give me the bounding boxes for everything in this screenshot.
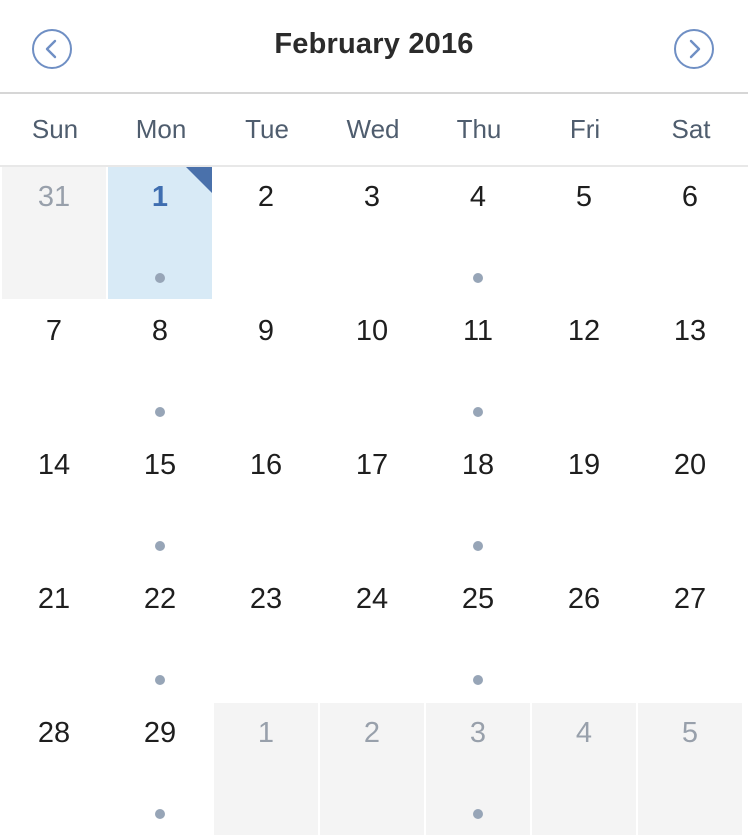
- day-cell[interactable]: 23: [214, 569, 318, 701]
- day-cell[interactable]: 28: [2, 703, 106, 835]
- day-number: 26: [567, 583, 601, 615]
- event-dot-icon: [473, 675, 483, 685]
- event-dot-icon: [473, 273, 483, 283]
- day-cell[interactable]: 27: [638, 569, 742, 701]
- day-number: 28: [37, 717, 71, 749]
- day-number: 4: [469, 181, 487, 213]
- chevron-right-icon: [689, 39, 701, 59]
- day-number: 4: [575, 717, 593, 749]
- day-number: 31: [37, 181, 71, 213]
- event-dot-icon: [473, 809, 483, 819]
- day-number: 8: [151, 315, 169, 347]
- day-cell[interactable]: 2: [320, 703, 424, 835]
- day-number: 9: [257, 315, 275, 347]
- day-cell[interactable]: 29: [108, 703, 212, 835]
- day-cell[interactable]: 14: [2, 435, 106, 567]
- day-number: 17: [355, 449, 389, 481]
- day-number: 15: [143, 449, 177, 481]
- day-number: 18: [461, 449, 495, 481]
- day-number: 19: [567, 449, 601, 481]
- calendar: February 2016 Sun Mon Tue Wed Thu Fri Sa…: [0, 0, 748, 835]
- day-number: 2: [257, 181, 275, 213]
- weekday-header-row: Sun Mon Tue Wed Thu Fri Sat: [0, 94, 748, 167]
- day-number: 16: [249, 449, 283, 481]
- day-cell[interactable]: 22: [108, 569, 212, 701]
- day-cell[interactable]: 18: [426, 435, 530, 567]
- day-cell-selected[interactable]: 1: [108, 167, 212, 299]
- day-cell[interactable]: 12: [532, 301, 636, 433]
- event-dot-icon: [155, 541, 165, 551]
- day-number: 20: [673, 449, 707, 481]
- weekday-mon: Mon: [135, 114, 187, 144]
- event-dot-icon: [155, 675, 165, 685]
- day-number: 22: [143, 583, 177, 615]
- next-month-button[interactable]: [674, 29, 714, 69]
- day-cell[interactable]: 10: [320, 301, 424, 433]
- day-number: 5: [681, 717, 699, 749]
- day-number: 21: [37, 583, 71, 615]
- day-number: 14: [37, 449, 71, 481]
- day-cell[interactable]: 2: [214, 167, 318, 299]
- day-cell[interactable]: 16: [214, 435, 318, 567]
- weekday-thu: Thu: [456, 114, 502, 144]
- day-number: 3: [363, 181, 381, 213]
- day-cell[interactable]: 4: [426, 167, 530, 299]
- day-number: 24: [355, 583, 389, 615]
- day-cell[interactable]: 5: [532, 167, 636, 299]
- day-cell[interactable]: 25: [426, 569, 530, 701]
- month-title: February 2016: [274, 28, 474, 60]
- day-number: 27: [673, 583, 707, 615]
- day-cell[interactable]: 5: [638, 703, 742, 835]
- event-dot-icon: [473, 407, 483, 417]
- weekday-sun: Sun: [31, 114, 79, 144]
- day-number: 13: [673, 315, 707, 347]
- day-number: 25: [461, 583, 495, 615]
- day-cell[interactable]: 17: [320, 435, 424, 567]
- day-cell[interactable]: 9: [214, 301, 318, 433]
- weekday-sat: Sat: [671, 114, 711, 144]
- day-number: 2: [363, 717, 381, 749]
- day-cell[interactable]: 13: [638, 301, 742, 433]
- day-number: 5: [575, 181, 593, 213]
- day-cell[interactable]: 8: [108, 301, 212, 433]
- day-number: 10: [355, 315, 389, 347]
- day-cell[interactable]: 1: [214, 703, 318, 835]
- day-number: 29: [143, 717, 177, 749]
- day-cell[interactable]: 21: [2, 569, 106, 701]
- day-number: 3: [469, 717, 487, 749]
- day-number: 12: [567, 315, 601, 347]
- event-dot-icon: [155, 809, 165, 819]
- day-cell[interactable]: 24: [320, 569, 424, 701]
- weekday-fri: Fri: [569, 114, 601, 144]
- day-cell[interactable]: 15: [108, 435, 212, 567]
- today-corner-marker-icon: [186, 167, 212, 193]
- event-dot-icon: [155, 407, 165, 417]
- day-cell[interactable]: 19: [532, 435, 636, 567]
- day-cell[interactable]: 7: [2, 301, 106, 433]
- day-number: 7: [45, 315, 63, 347]
- event-dot-icon: [155, 273, 165, 283]
- day-cell[interactable]: 26: [532, 569, 636, 701]
- day-cell[interactable]: 31: [2, 167, 106, 299]
- day-number: 6: [681, 181, 699, 213]
- day-grid: 31 1 2 3 4 5 6 7 8 9 10 11 12 13 14 15 16 17 18 19 20 21 22 23 2…: [0, 167, 748, 835]
- day-cell[interactable]: 6: [638, 167, 742, 299]
- day-cell[interactable]: 11: [426, 301, 530, 433]
- day-number: 11: [462, 315, 494, 347]
- day-cell[interactable]: 3: [320, 167, 424, 299]
- day-cell[interactable]: 4: [532, 703, 636, 835]
- weekday-wed: Wed: [346, 114, 400, 144]
- day-cell[interactable]: 3: [426, 703, 530, 835]
- weekday-tue: Tue: [245, 114, 289, 144]
- calendar-header: February 2016: [0, 0, 748, 94]
- day-number: 23: [249, 583, 283, 615]
- event-dot-icon: [473, 541, 483, 551]
- day-cell[interactable]: 20: [638, 435, 742, 567]
- day-number: 1: [257, 717, 275, 749]
